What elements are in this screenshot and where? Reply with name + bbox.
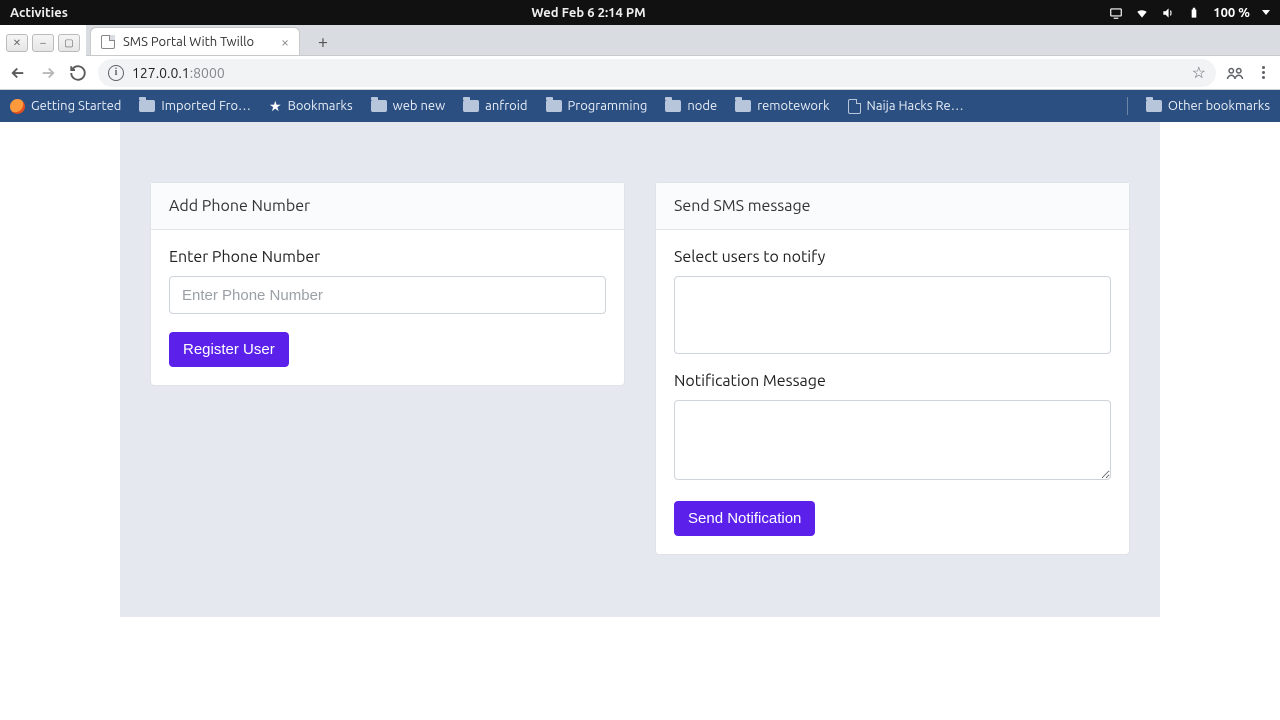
- chevron-down-icon: [1262, 10, 1270, 15]
- battery-percent: 100 %: [1213, 6, 1250, 20]
- page-icon: [848, 99, 861, 114]
- back-button[interactable]: [8, 63, 28, 83]
- folder-icon: [546, 100, 562, 112]
- folder-icon: [463, 100, 479, 112]
- card-header: Send SMS message: [656, 183, 1129, 230]
- volume-icon: [1161, 6, 1175, 20]
- wifi-icon: [1135, 6, 1149, 20]
- page-viewport: Add Phone Number Enter Phone Number Regi…: [0, 122, 1280, 617]
- bookmark-label: Getting Started: [31, 99, 121, 113]
- system-top-bar: Activities Wed Feb 6 2:14 PM 100 %: [0, 0, 1280, 25]
- users-label: Select users to notify: [674, 248, 1111, 266]
- bookmark-item[interactable]: Naija Hacks Re…: [848, 99, 964, 114]
- screen-icon: [1109, 6, 1123, 20]
- other-bookmarks[interactable]: Other bookmarks: [1146, 99, 1270, 113]
- bookmark-label: web new: [393, 99, 446, 113]
- message-label: Notification Message: [674, 372, 1111, 390]
- browser-tab[interactable]: SMS Portal With Twillo ×: [90, 27, 300, 55]
- profile-icon[interactable]: [1226, 64, 1244, 82]
- phone-input[interactable]: [169, 276, 606, 314]
- bookmark-item[interactable]: web new: [371, 99, 446, 113]
- system-clock: Wed Feb 6 2:14 PM: [68, 6, 1109, 20]
- toolbar: i 127.0.0.1:8000 ☆: [0, 56, 1280, 90]
- window-maximize-button[interactable]: ▢: [58, 34, 80, 52]
- card-header: Add Phone Number: [151, 183, 624, 230]
- new-tab-button[interactable]: +: [310, 29, 336, 55]
- register-user-button[interactable]: Register User: [169, 332, 289, 367]
- folder-icon: [735, 100, 751, 112]
- forward-button[interactable]: [38, 63, 58, 83]
- bookmark-item[interactable]: anfroid: [463, 99, 527, 113]
- tab-bar: SMS Portal With Twillo × +: [86, 25, 1280, 56]
- bookmark-item[interactable]: Imported Fro…: [139, 99, 251, 113]
- send-notification-button[interactable]: Send Notification: [674, 501, 815, 536]
- bookmark-item[interactable]: Programming: [546, 99, 648, 113]
- bookmark-label: Programming: [568, 99, 648, 113]
- bookmark-label: anfroid: [485, 99, 527, 113]
- window-close-button[interactable]: ✕: [6, 34, 28, 52]
- url-text: 127.0.0.1:8000: [132, 65, 1184, 81]
- folder-icon: [371, 100, 387, 112]
- bookmarks-bar: Getting Started Imported Fro… ★ Bookmarks we…: [0, 90, 1280, 122]
- folder-icon: [665, 100, 681, 112]
- star-icon: ★: [269, 98, 282, 115]
- system-tray[interactable]: 100 %: [1109, 6, 1270, 20]
- send-sms-card: Send SMS message Select users to notify …: [655, 182, 1130, 555]
- message-textarea[interactable]: [674, 400, 1111, 480]
- activities-button[interactable]: Activities: [10, 6, 68, 20]
- page-icon: [101, 35, 115, 49]
- bookmark-item[interactable]: ★ Bookmarks: [269, 98, 353, 115]
- tab-title: SMS Portal With Twillo: [123, 35, 254, 49]
- bookmark-label: node: [687, 99, 717, 113]
- reload-button[interactable]: [68, 63, 88, 83]
- firefox-icon: [10, 99, 25, 114]
- site-info-icon[interactable]: i: [108, 65, 124, 81]
- bookmark-label: Naija Hacks Re…: [867, 99, 964, 113]
- bookmark-star-icon[interactable]: ☆: [1192, 63, 1206, 82]
- add-phone-card: Add Phone Number Enter Phone Number Regi…: [150, 182, 625, 386]
- bookmark-item[interactable]: Getting Started: [10, 99, 121, 114]
- users-select[interactable]: [674, 276, 1111, 354]
- divider: [1127, 97, 1128, 115]
- battery-icon: [1187, 6, 1201, 20]
- menu-button[interactable]: [1254, 64, 1272, 82]
- tab-close-button[interactable]: ×: [281, 34, 289, 50]
- window-controls: ✕ – ▢: [0, 30, 86, 56]
- phone-label: Enter Phone Number: [169, 248, 606, 266]
- folder-icon: [139, 100, 155, 112]
- bookmark-label: Bookmarks: [288, 99, 353, 113]
- page-container: Add Phone Number Enter Phone Number Regi…: [120, 122, 1160, 617]
- bookmark-item[interactable]: remotework: [735, 99, 829, 113]
- bookmark-item[interactable]: node: [665, 99, 717, 113]
- titlebar: ✕ – ▢ SMS Portal With Twillo × +: [0, 25, 1280, 56]
- bookmark-label: Imported Fro…: [161, 99, 251, 113]
- bookmark-label: remotework: [757, 99, 829, 113]
- address-bar[interactable]: i 127.0.0.1:8000 ☆: [98, 59, 1216, 87]
- folder-icon: [1146, 100, 1162, 112]
- window-minimize-button[interactable]: –: [32, 34, 54, 52]
